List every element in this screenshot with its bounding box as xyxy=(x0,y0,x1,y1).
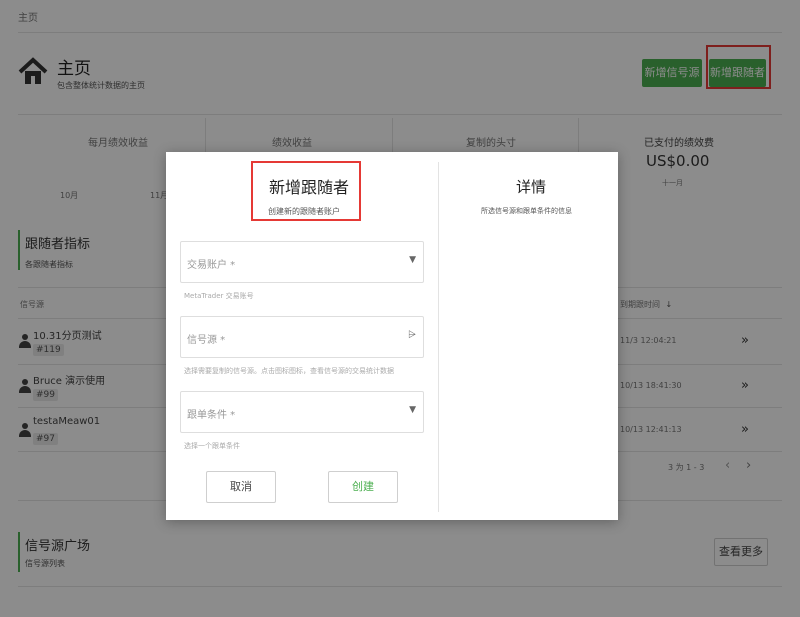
trading-account-hint: MetaTrader 交易账号 xyxy=(184,292,254,300)
signal-source-label: 信号源 * xyxy=(187,335,226,346)
follow-condition-hint: 选择一个跟单条件 xyxy=(184,442,240,450)
cancel-button[interactable]: 取消 xyxy=(206,471,276,503)
page: 主页 主页 包含整体统计数据的主页 新增信号源 新增跟随者 每月绩效收益 绩效收… xyxy=(0,0,800,617)
chart-stats-icon[interactable]: ⩥ xyxy=(408,330,416,341)
dropdown-arrow-icon: ▼ xyxy=(409,405,416,415)
trading-account-select[interactable]: 交易账户 * ▼ xyxy=(180,241,424,283)
new-follower-modal: 新增跟随者 创建新的跟随者账户 交易账户 * ▼ MetaTrader 交易账号… xyxy=(166,152,618,520)
signal-source-hint: 选择需要复制的信号源。点击图标图标，查看信号源的交易统计数据 xyxy=(184,367,394,375)
modal-divider xyxy=(438,162,439,512)
dropdown-arrow-icon: ▼ xyxy=(409,255,416,265)
highlight-box xyxy=(251,161,361,221)
create-button[interactable]: 创建 xyxy=(328,471,398,503)
signal-source-field[interactable]: 信号源 * ⩥ xyxy=(180,316,424,358)
follow-condition-select[interactable]: 跟单条件 * ▼ xyxy=(180,391,424,433)
details-text: 所选信号源和跟单条件的信息 xyxy=(481,207,572,215)
follow-condition-label: 跟单条件 * xyxy=(187,410,236,421)
details-title: 详情 xyxy=(516,178,547,196)
trading-account-label: 交易账户 * xyxy=(187,260,236,271)
